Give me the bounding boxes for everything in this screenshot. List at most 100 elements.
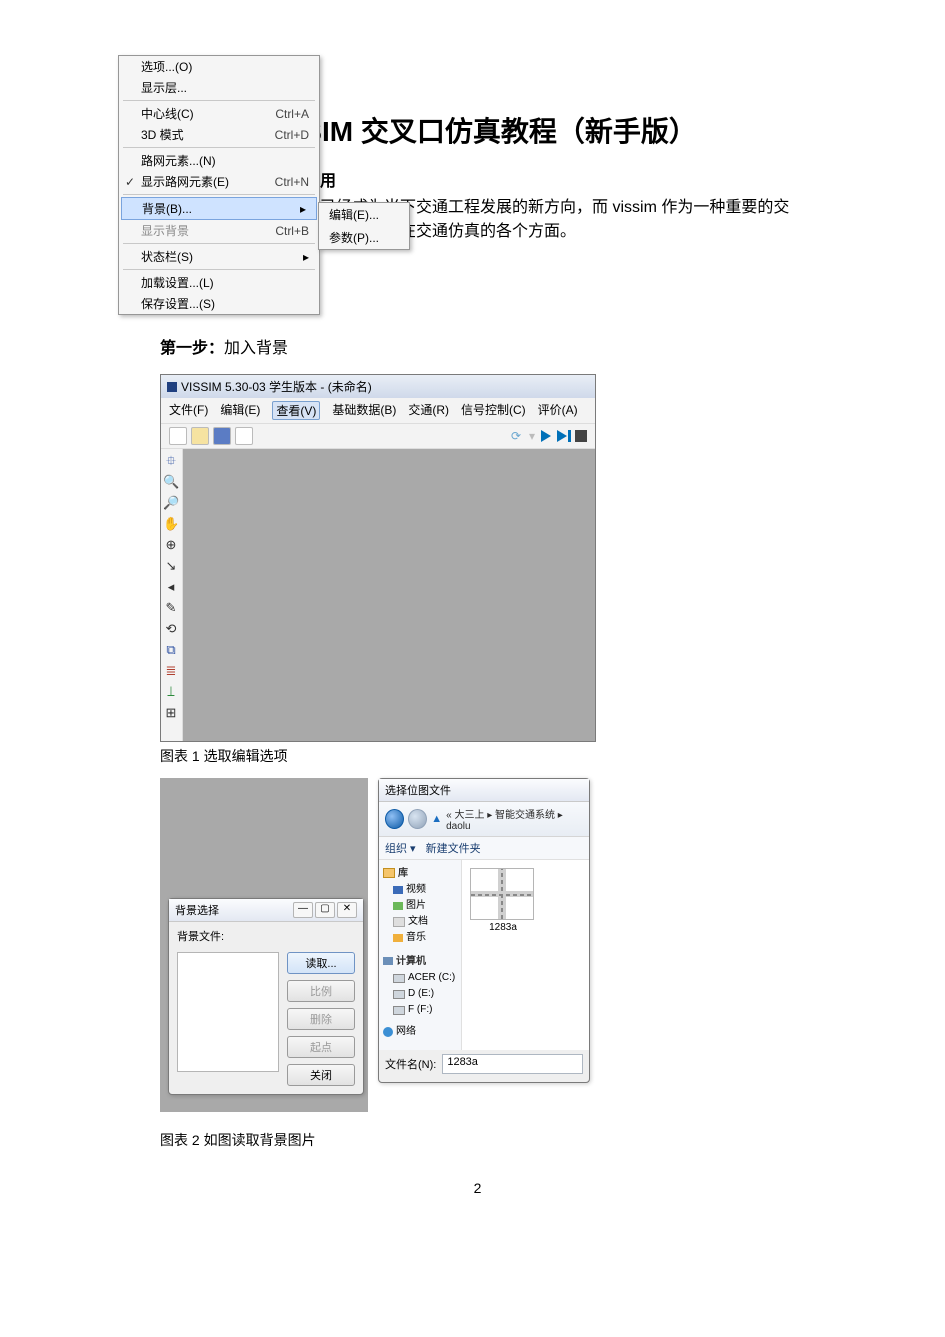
menu-item-show-bg[interactable]: 显示背景Ctrl+B	[119, 220, 319, 241]
close-button[interactable]: ✕	[337, 902, 357, 918]
tree-network[interactable]: 网络	[383, 1024, 457, 1040]
tb-preview-icon[interactable]	[235, 427, 253, 445]
drive-icon	[393, 990, 405, 999]
submenu-edit[interactable]: 编辑(E)...	[319, 203, 409, 226]
nav-fwd-icon[interactable]	[408, 809, 427, 829]
file-item-label: 1283a	[470, 922, 536, 933]
menu-file[interactable]: 文件(F)	[169, 401, 208, 420]
vt-edit-icon[interactable]: ✎	[163, 600, 179, 616]
vt-left-icon[interactable]: ◂	[163, 579, 179, 595]
menu-sep	[123, 269, 315, 270]
bg-origin-button[interactable]: 起点	[287, 1036, 355, 1058]
video-icon	[393, 886, 403, 894]
menu-item-network-elem[interactable]: 路网元素...(N)	[119, 150, 319, 171]
menu-basedata[interactable]: 基础数据(B)	[332, 401, 396, 420]
tb-refresh-icon[interactable]: ⟳	[511, 429, 525, 443]
file-open-dialog: 选择位图文件 ▲ « 大三上 ▸ 智能交通系统 ▸ daolu 组织 ▾ 新建文…	[378, 778, 590, 1083]
menu-edit[interactable]: 编辑(E)	[220, 401, 260, 420]
submenu-params[interactable]: 参数(P)...	[319, 226, 409, 249]
file-item[interactable]: 1283a	[470, 868, 536, 933]
bg-dialog-titlebar: 背景选择 — ▢ ✕	[169, 899, 363, 922]
menu-item-centerline[interactable]: 中心线(C)Ctrl+A	[119, 103, 319, 124]
background-select-dialog: 背景选择 — ▢ ✕ 背景文件: 读取... 比例 删除	[168, 898, 364, 1095]
filename-input[interactable]: 1283a	[442, 1054, 583, 1074]
minimize-button[interactable]: —	[293, 902, 313, 918]
bg-scale-button[interactable]: 比例	[287, 980, 355, 1002]
menu-sep	[123, 147, 315, 148]
vt-target-icon[interactable]: ⊕	[163, 537, 179, 553]
menu-item-3d[interactable]: 3D 模式Ctrl+D	[119, 124, 319, 145]
open-dialog-nav: ▲ « 大三上 ▸ 智能交通系统 ▸ daolu	[379, 802, 589, 837]
tree-group-computer[interactable]: 计算机	[383, 952, 457, 970]
vt-list-icon[interactable]: ≣	[163, 663, 179, 679]
stop-icon[interactable]	[575, 430, 587, 442]
tree-drive-e[interactable]: D (E:)	[383, 986, 457, 1002]
bg-dialog-title: 背景选择	[175, 902, 219, 918]
tree-drive-c[interactable]: ACER (C:)	[383, 970, 457, 986]
tree-documents[interactable]: 文档	[383, 914, 457, 930]
nav-back-icon[interactable]	[385, 809, 404, 829]
vt-zoomout-icon[interactable]: 🔎	[163, 495, 179, 511]
vt-anchor-icon[interactable]: ⟘	[163, 684, 179, 700]
submenu-arrow-icon: ▸	[283, 250, 309, 264]
menubar: 文件(F) 编辑(E) 查看(V) 基础数据(B) 交通(R) 信号控制(C) …	[161, 398, 595, 423]
tree-pictures[interactable]: 图片	[383, 898, 457, 914]
view-dropdown: 选项...(O) 显示层... 中心线(C)Ctrl+A 3D 模式Ctrl+D…	[118, 55, 320, 315]
submenu-arrow-icon: ▸	[280, 202, 306, 216]
open-dialog-titlebar: 选择位图文件	[379, 779, 589, 802]
menu-item-layers[interactable]: 显示层...	[119, 77, 319, 98]
open-dialog-title: 选择位图文件	[385, 782, 451, 798]
play-icon[interactable]	[541, 430, 551, 442]
maximize-button[interactable]: ▢	[315, 902, 335, 918]
nav-tree: 库 视频 图片 文档 音乐 计算机 ACER (C:) D (E:) F (F:…	[379, 860, 462, 1050]
tree-drive-f[interactable]: F (F:)	[383, 1002, 457, 1018]
page-number: 2	[160, 1180, 795, 1196]
menu-item-statusbar[interactable]: 状态栏(S)▸	[119, 246, 319, 267]
menu-traffic[interactable]: 交通(R)	[408, 401, 449, 420]
menu-item-save-settings[interactable]: 保存设置...(S)	[119, 293, 319, 314]
vt-layers-icon[interactable]: ⧉	[163, 642, 179, 658]
left-toolbar: ⯐ 🔍 🔎 ✋ ⊕ ↘ ◂ ✎ ⟲ ⧉ ≣ ⟘ ⊞	[161, 449, 183, 741]
menu-item-options[interactable]: 选项...(O)	[119, 56, 319, 77]
organize-button[interactable]: 组织 ▾	[385, 840, 416, 856]
tb-new-icon[interactable]	[169, 427, 187, 445]
breadcrumb[interactable]: « 大三上 ▸ 智能交通系统 ▸ daolu	[446, 806, 583, 832]
vt-rotate-icon[interactable]: ⟲	[163, 621, 179, 637]
vt-pan-icon[interactable]: ✋	[163, 516, 179, 532]
vt-zoomin-icon[interactable]: 🔍	[163, 474, 179, 490]
music-icon	[393, 934, 403, 942]
canvas	[183, 449, 595, 741]
tb-open-icon[interactable]	[191, 427, 209, 445]
tree-music[interactable]: 音乐	[383, 930, 457, 946]
menu-eval[interactable]: 评价(A)	[538, 401, 578, 420]
bg-read-button[interactable]: 读取...	[287, 952, 355, 974]
up-arrow-icon[interactable]: ▲	[431, 813, 442, 825]
window-title: VISSIM 5.30-03 学生版本 - (未命名)	[181, 378, 372, 395]
menu-signal[interactable]: 信号控制(C)	[461, 401, 526, 420]
menu-view[interactable]: 查看(V)	[272, 401, 320, 420]
bg-file-list[interactable]	[177, 952, 279, 1072]
app-icon	[167, 382, 177, 392]
menu-sep	[123, 243, 315, 244]
tree-group-library[interactable]: 库	[383, 864, 457, 882]
vt-arrow-icon[interactable]: ↘	[163, 558, 179, 574]
menu-item-background[interactable]: 背景(B)...▸	[121, 197, 317, 220]
figure1-window: VISSIM 5.30-03 学生版本 - (未命名) 文件(F) 编辑(E) …	[160, 374, 596, 742]
tb-save-icon[interactable]	[213, 427, 231, 445]
filename-row: 文件名(N): 1283a	[379, 1050, 589, 1082]
vt-grid-icon[interactable]: ⊞	[163, 705, 179, 721]
figure2: 背景选择 — ▢ ✕ 背景文件: 读取... 比例 删除	[160, 778, 795, 1112]
bg-delete-button[interactable]: 删除	[287, 1008, 355, 1030]
newfolder-button[interactable]: 新建文件夹	[426, 840, 481, 856]
play-to-end-icon[interactable]	[555, 430, 571, 442]
bg-dialog-label: 背景文件:	[177, 931, 224, 943]
tree-video[interactable]: 视频	[383, 882, 457, 898]
file-pane: 1283a	[462, 860, 589, 1050]
menu-item-load-settings[interactable]: 加载设置...(L)	[119, 272, 319, 293]
toolbar: ⟳ ▾	[161, 423, 595, 449]
background-submenu: 编辑(E)... 参数(P)...	[318, 202, 410, 250]
menu-item-show-network[interactable]: 显示路网元素(E)Ctrl+N	[119, 171, 319, 192]
bg-close-button[interactable]: 关闭	[287, 1064, 355, 1086]
vt-select-icon[interactable]: ⯐	[163, 453, 179, 469]
figure1-caption: 图表 1 选取编辑选项	[160, 746, 795, 766]
